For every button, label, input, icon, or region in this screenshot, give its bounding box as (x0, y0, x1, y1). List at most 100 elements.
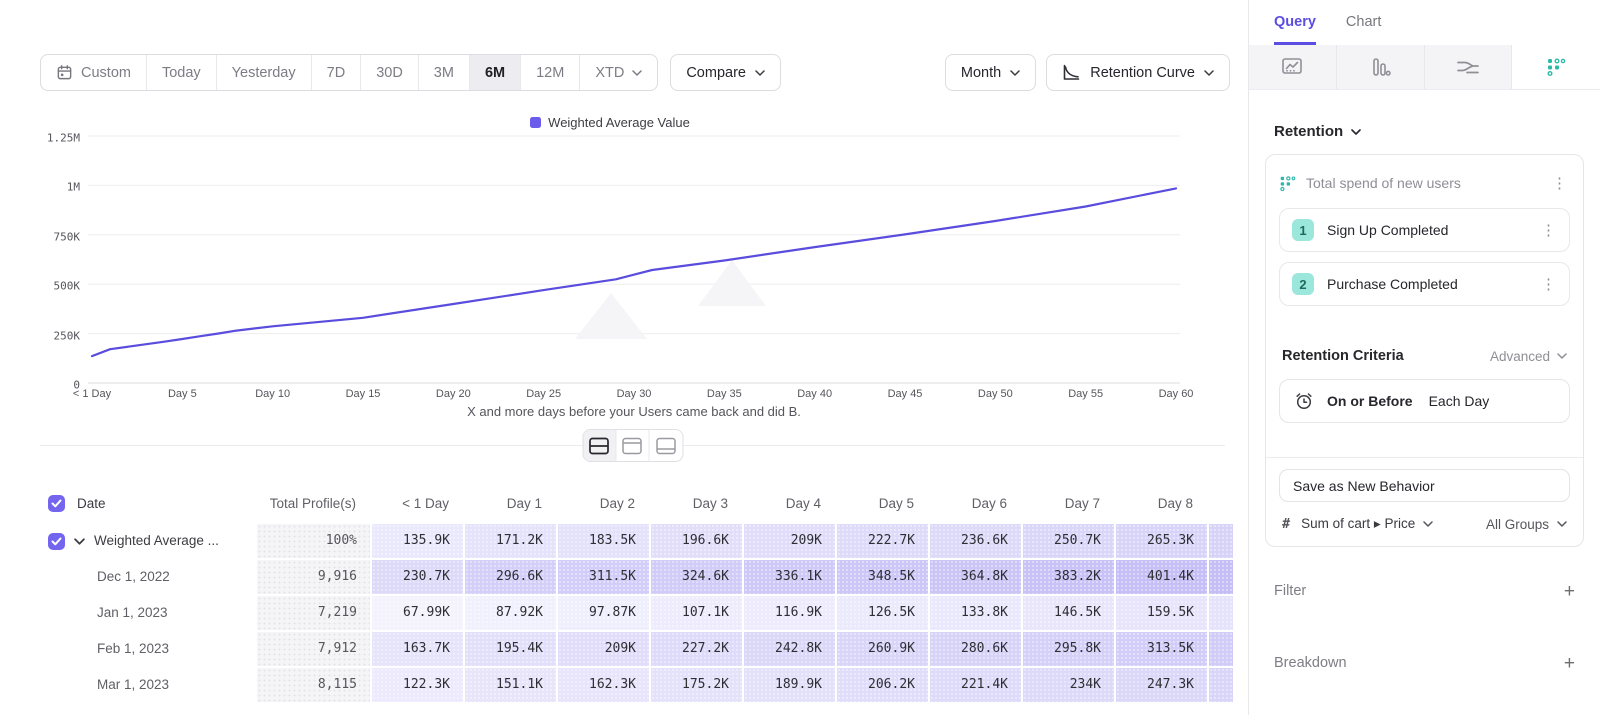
behavior-step-1[interactable]: 1 Sign Up Completed ⋮ (1279, 208, 1570, 252)
behavior-header[interactable]: Total spend of new users ⋮ (1279, 168, 1570, 198)
range-custom[interactable]: Custom (41, 55, 147, 90)
retention-value-cell[interactable]: 209K (556, 632, 649, 666)
retention-value-cell[interactable]: 295.8K (1021, 632, 1114, 666)
retention-value-cell[interactable]: 87.92K (463, 596, 556, 630)
retention-value-cell[interactable]: 107.1K (649, 596, 742, 630)
line-chart-plot[interactable] (88, 133, 1180, 385)
save-as-new-behavior-button[interactable]: Save as New Behavior (1279, 469, 1570, 502)
range-30d[interactable]: 30D (361, 55, 419, 90)
table-row: Weighted Average ...100%135.9K171.2K183.… (40, 524, 1248, 560)
retention-value-cell[interactable]: 221.4K (928, 668, 1021, 702)
retention-value-cell[interactable]: 126.5K (835, 596, 928, 630)
range-yesterday[interactable]: Yesterday (217, 55, 312, 90)
retention-value-cell[interactable]: 230.7K (370, 560, 463, 594)
flows-tab[interactable] (1425, 45, 1513, 89)
behavior-retention-icon (1279, 175, 1296, 192)
granularity-button[interactable]: Month (945, 54, 1036, 91)
range-3m[interactable]: 3M (419, 55, 470, 90)
clipped-value-cell (1207, 632, 1233, 666)
retention-value-cell[interactable]: 116.9K (742, 596, 835, 630)
range-6m[interactable]: 6M (470, 55, 521, 90)
row-label: Dec 1, 2022 (97, 560, 170, 594)
retention-value-cell[interactable]: 265.3K (1114, 524, 1207, 558)
add-filter-button[interactable]: + (1564, 582, 1575, 601)
criteria-mode-select[interactable]: Advanced (1490, 349, 1567, 364)
group-select[interactable]: All Groups (1486, 517, 1567, 532)
select-all-checkbox[interactable] (48, 495, 65, 512)
kebab-menu-icon[interactable]: ⋮ (1538, 223, 1559, 238)
kebab-menu-icon[interactable]: ⋮ (1538, 277, 1559, 292)
granularity-label: Month (961, 65, 1001, 81)
retention-value-cell[interactable]: 324.6K (649, 560, 742, 594)
retention-value-cell[interactable]: 280.6K (928, 632, 1021, 666)
behavior-card: Total spend of new users ⋮ 1 Sign Up Com… (1265, 154, 1584, 547)
behavior-step-2[interactable]: 2 Purchase Completed ⋮ (1279, 262, 1570, 306)
retention-value-cell[interactable]: 383.2K (1021, 560, 1114, 594)
retention-value-cell[interactable]: 97.87K (556, 596, 649, 630)
chart-type-button[interactable]: Retention Curve (1046, 54, 1230, 91)
retention-value-cell[interactable]: 151.1K (463, 668, 556, 702)
retention-value-cell[interactable]: 175.2K (649, 668, 742, 702)
metric-property-select[interactable]: Sum of cart ▸ Price (1301, 516, 1433, 532)
criteria-mode-label: Advanced (1490, 349, 1550, 364)
retention-value-cell[interactable]: 364.8K (928, 560, 1021, 594)
x-axis-tick: Day 20 (436, 388, 471, 400)
chevron-down-icon[interactable] (74, 538, 85, 545)
retention-value-cell[interactable]: 206.2K (835, 668, 928, 702)
view-toggle-group (582, 429, 683, 462)
retention-value-cell[interactable]: 242.8K (742, 632, 835, 666)
retention-value-cell[interactable]: 135.9K (370, 524, 463, 558)
tab-chart[interactable]: Chart (1346, 14, 1381, 45)
retention-value-cell[interactable]: 250.7K (1021, 524, 1114, 558)
retention-value-cell[interactable]: 348.5K (835, 560, 928, 594)
column-header: Day 1 (463, 496, 556, 511)
insights-tab[interactable] (1249, 45, 1337, 89)
range-7d[interactable]: 7D (312, 55, 362, 90)
retention-value-cell[interactable]: 162.3K (556, 668, 649, 702)
retention-value-cell[interactable]: 227.2K (649, 632, 742, 666)
retention-value-cell[interactable]: 195.4K (463, 632, 556, 666)
chart-table-divider (40, 429, 1225, 462)
retention-value-cell[interactable]: 234K (1021, 668, 1114, 702)
range-today[interactable]: Today (147, 55, 217, 90)
range-xtd[interactable]: XTD (580, 55, 657, 90)
retention-value-cell[interactable]: 313.5K (1114, 632, 1207, 666)
retention-value-cell[interactable]: 133.8K (928, 596, 1021, 630)
retention-value-cell[interactable]: 159.5K (1114, 596, 1207, 630)
total-profiles-cell: 9,916 (255, 560, 370, 594)
retention-value-cell[interactable]: 146.5K (1021, 596, 1114, 630)
retention-value-cell[interactable]: 401.4K (1114, 560, 1207, 594)
retention-value-cell[interactable]: 122.3K (370, 668, 463, 702)
retention-tab[interactable] (1512, 45, 1600, 89)
column-header: Day 8 (1114, 496, 1207, 511)
retention-value-cell[interactable]: 189.9K (742, 668, 835, 702)
tab-query[interactable]: Query (1274, 14, 1316, 45)
retention-value-cell[interactable]: 296.6K (463, 560, 556, 594)
retention-value-cell[interactable]: 183.5K (556, 524, 649, 558)
retention-value-cell[interactable]: 209K (742, 524, 835, 558)
split-view-button[interactable] (583, 430, 616, 461)
table-view-button[interactable] (649, 430, 682, 461)
retention-value-cell[interactable]: 171.2K (463, 524, 556, 558)
kebab-menu-icon[interactable]: ⋮ (1549, 176, 1570, 191)
retention-value-cell[interactable]: 311.5K (556, 560, 649, 594)
compare-button[interactable]: Compare (670, 54, 781, 91)
range-12m[interactable]: 12M (521, 55, 580, 90)
retention-value-cell[interactable]: 67.99K (370, 596, 463, 630)
row-checkbox[interactable] (48, 533, 65, 550)
retention-value-cell[interactable]: 247.3K (1114, 668, 1207, 702)
retention-value-cell[interactable]: 260.9K (835, 632, 928, 666)
retention-value-cell[interactable]: 222.7K (835, 524, 928, 558)
funnels-tab[interactable] (1337, 45, 1425, 89)
chart-view-button[interactable] (616, 430, 649, 461)
retention-value-cell[interactable]: 163.7K (370, 632, 463, 666)
retention-value-cell[interactable]: 196.6K (649, 524, 742, 558)
report-section-selector[interactable]: Retention (1274, 123, 1584, 140)
x-axis-tick: Day 25 (526, 388, 561, 400)
criteria-condition-row[interactable]: On or Before Each Day (1279, 379, 1570, 423)
retention-value-cell[interactable]: 336.1K (742, 560, 835, 594)
watermark-triangle (698, 260, 766, 306)
add-breakdown-button[interactable]: + (1564, 654, 1575, 673)
row-label: Weighted Average ... (94, 524, 219, 558)
retention-value-cell[interactable]: 236.6K (928, 524, 1021, 558)
